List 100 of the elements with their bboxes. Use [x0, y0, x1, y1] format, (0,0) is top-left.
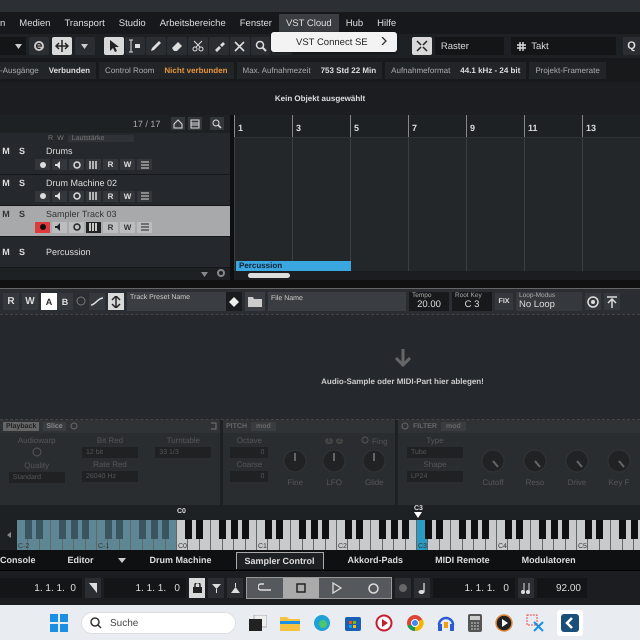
undo-icon[interactable]	[209, 422, 217, 432]
snap-icon[interactable]	[412, 37, 432, 55]
menu-item[interactable]: Studio	[112, 14, 153, 32]
target-icon[interactable]	[585, 293, 601, 310]
solo-button[interactable]: S	[16, 208, 28, 219]
solo-button[interactable]: S	[16, 146, 28, 156]
instrument-icon[interactable]	[86, 222, 101, 233]
mute-button[interactable]: M	[0, 178, 12, 188]
knob[interactable]	[322, 449, 346, 475]
automation-toggle[interactable]: R	[3, 293, 19, 310]
browser-icon[interactable]	[313, 614, 331, 632]
stop-icon[interactable]	[283, 578, 319, 598]
grid-type-dropdown[interactable]: Takt	[511, 37, 616, 55]
menu-item[interactable]: Transport	[57, 14, 112, 32]
punch-in-icon[interactable]	[208, 578, 224, 598]
menu-item[interactable]: Fenster	[232, 14, 279, 32]
eraser-icon[interactable]	[166, 37, 187, 55]
power-icon[interactable]	[76, 296, 86, 308]
scrollbar-thumb[interactable]	[248, 273, 290, 278]
record-button[interactable]	[35, 190, 50, 202]
note-icon[interactable]	[414, 578, 430, 598]
arrows-icon[interactable]	[108, 293, 124, 310]
menu-item[interactable]: Hilfe	[370, 14, 404, 32]
list-icon[interactable]	[137, 159, 152, 170]
folder-icon[interactable]	[245, 292, 265, 311]
quantize-button[interactable]: Q	[623, 37, 640, 55]
caret-icon[interactable]	[74, 37, 95, 55]
knob[interactable]	[283, 449, 308, 475]
instrument-icon[interactable]	[86, 190, 101, 202]
left-locator-field[interactable]: 1. 1. 1. 0	[0, 578, 82, 598]
upload-icon[interactable]	[604, 293, 620, 310]
automation-toggle[interactable]: W	[22, 293, 38, 310]
automation-toggle[interactable]: W	[120, 159, 135, 170]
zone-tab[interactable]: Console	[0, 552, 44, 568]
taskbar-search-field[interactable]: Suche	[81, 612, 236, 634]
glue-icon[interactable]	[208, 37, 229, 55]
track-row[interactable]: M S Sampler Track 03 R W	[0, 206, 230, 237]
range-select-icon[interactable]	[124, 37, 145, 55]
toggle-icon[interactable]	[361, 436, 369, 446]
punch-out-icon[interactable]	[227, 578, 243, 598]
folder-icon[interactable]	[280, 615, 300, 631]
tempo-value[interactable]: 92.00	[537, 578, 587, 598]
caret-icon[interactable]	[118, 555, 126, 565]
midi-part[interactable]: Percussion	[236, 261, 351, 271]
scissors-icon[interactable]	[188, 37, 208, 55]
play-circle-icon[interactable]	[495, 614, 513, 632]
task-view-icon[interactable]	[249, 615, 267, 631]
knob[interactable]	[362, 449, 386, 475]
list-icon[interactable]	[137, 222, 152, 233]
ab-toggle[interactable]: A	[41, 293, 57, 310]
headphones-icon[interactable]	[437, 614, 455, 632]
ab-toggle[interactable]: B	[57, 293, 73, 310]
record-button[interactable]	[35, 159, 50, 170]
zone-tab[interactable]: Drum Machine	[142, 552, 220, 568]
zone-tab[interactable]: Modulatoren	[514, 552, 584, 568]
windows-start-icon[interactable]	[50, 614, 68, 632]
menu-item[interactable]: n	[0, 14, 12, 32]
zone-tab[interactable]: Akkord-Pads	[340, 552, 412, 568]
toggle-icon[interactable]	[32, 447, 42, 459]
locator-icon[interactable]	[85, 578, 101, 598]
zone-tab[interactable]: Sampler Control	[236, 552, 324, 568]
home-icon[interactable]	[171, 117, 186, 130]
curve-icon[interactable]	[89, 293, 105, 310]
calculator-icon[interactable]	[468, 614, 482, 632]
search-icon[interactable]	[210, 117, 224, 130]
right-position-field[interactable]: 1. 1. 1. 0	[433, 578, 515, 598]
arrows-icon[interactable]	[52, 37, 72, 55]
automation-toggle[interactable]: W	[120, 190, 135, 202]
settings-icon[interactable]	[216, 268, 226, 280]
pencil-icon[interactable]	[146, 37, 166, 55]
menu-item[interactable]: Hub	[338, 14, 370, 32]
mute-button[interactable]: M	[0, 246, 12, 257]
snap-mode-dropdown[interactable]: Raster	[434, 37, 504, 55]
automation-toggle[interactable]: R	[103, 190, 118, 202]
instrument-icon[interactable]	[86, 159, 101, 170]
zone-tab[interactable]: MIDI Remote	[427, 552, 498, 568]
cubase-app-icon[interactable]	[557, 610, 583, 636]
menu-item[interactable]: Arbeitsbereiche	[152, 14, 233, 32]
zone-tab[interactable]: Editor	[60, 552, 102, 568]
dropdown[interactable]	[0, 37, 26, 55]
solo-button[interactable]: S	[16, 178, 28, 188]
speaker-icon[interactable]	[52, 159, 67, 170]
track-row[interactable]: M S Drum Machine 02 R W	[0, 174, 230, 206]
store-icon[interactable]	[344, 614, 362, 632]
speaker-icon[interactable]	[52, 190, 67, 202]
media-player-icon[interactable]	[375, 614, 393, 632]
automation-toggle[interactable]: R	[103, 222, 118, 233]
position-field[interactable]: 1. 1. 1. 0	[104, 578, 186, 598]
menu-item[interactable]: Medien	[12, 14, 58, 32]
automation-toggle[interactable]: R	[103, 159, 118, 170]
tempo-icon[interactable]	[518, 578, 534, 598]
menu-item[interactable]: VST Cloud	[278, 14, 339, 32]
zoom-icon[interactable]	[250, 37, 271, 55]
mute-x-icon[interactable]	[230, 37, 250, 55]
list-icon[interactable]	[188, 117, 202, 130]
solo-button[interactable]: S	[16, 246, 28, 257]
preset-icon[interactable]	[226, 292, 242, 311]
lock-icon[interactable]	[189, 578, 205, 598]
list-icon[interactable]	[137, 190, 152, 202]
chrome-icon[interactable]	[406, 614, 424, 632]
